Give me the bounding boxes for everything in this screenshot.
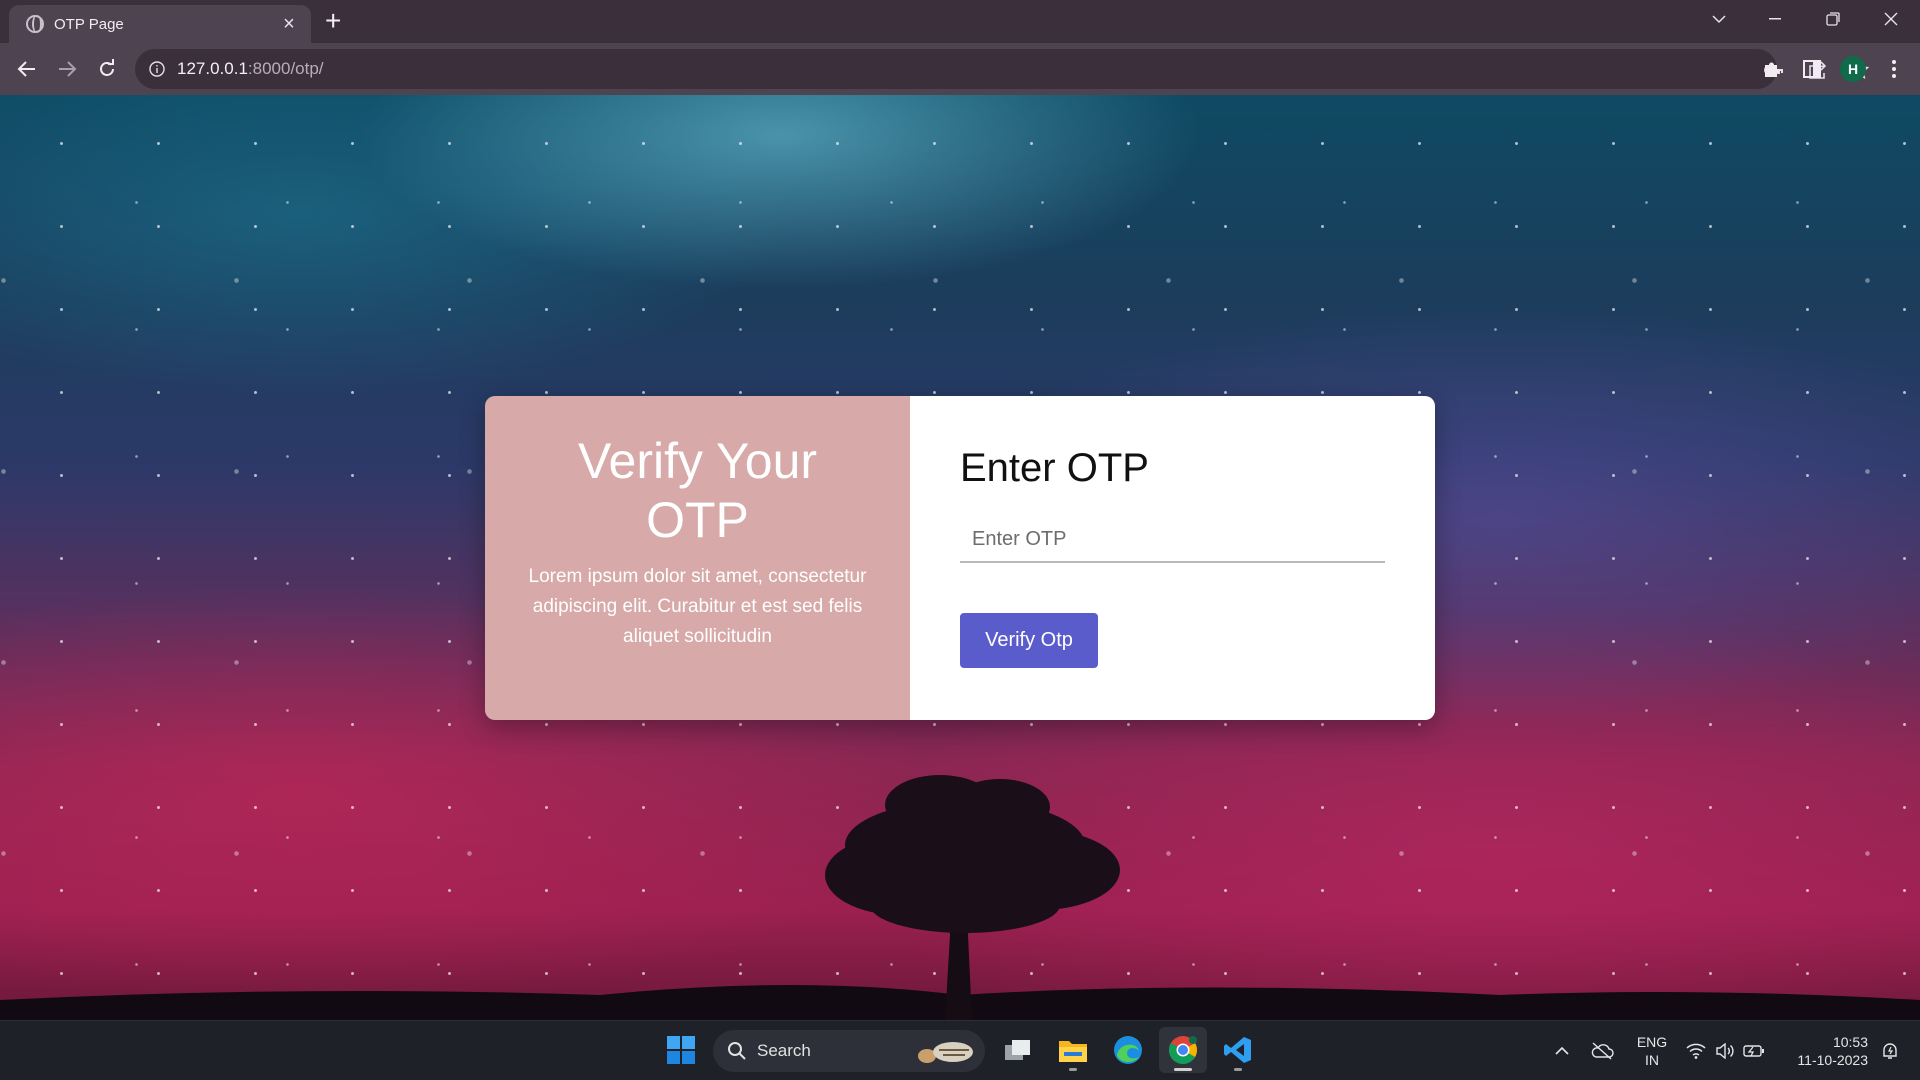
window-close-icon[interactable] <box>1868 0 1914 38</box>
windows-start-icon[interactable] <box>657 1027 705 1073</box>
side-panel-icon[interactable] <box>1800 57 1824 81</box>
taskbar-search-box[interactable]: Search <box>713 1030 985 1072</box>
wifi-icon[interactable] <box>1684 1039 1708 1063</box>
search-highlight-illustration-icon <box>918 1042 973 1063</box>
onedrive-offline-icon[interactable] <box>1590 1039 1614 1063</box>
back-arrow-icon[interactable] <box>11 53 43 85</box>
otp-card: Verify Your OTP Lorem ipsum dolor sit am… <box>485 396 1435 720</box>
restore-icon[interactable] <box>1810 0 1856 38</box>
search-label: Search <box>757 1041 811 1060</box>
minimize-icon[interactable] <box>1752 0 1798 38</box>
browser-toolbar: 127.0.0.1:8000/otp/ H <box>0 43 1920 95</box>
search-icon <box>728 1042 746 1060</box>
tab-title: OTP Page <box>54 15 124 33</box>
chrome-browser-icon[interactable] <box>1159 1027 1207 1073</box>
kebab-menu-icon[interactable] <box>1882 57 1906 81</box>
chevron-up-icon[interactable] <box>1550 1039 1574 1063</box>
browser-tab[interactable]: OTP Page × <box>9 5 311 43</box>
card-info-panel: Verify Your OTP Lorem ipsum dolor sit am… <box>485 396 910 720</box>
running-indicator <box>1234 1068 1242 1071</box>
tab-close-icon[interactable]: × <box>279 14 299 34</box>
edge-browser-icon[interactable] <box>1104 1027 1152 1073</box>
page-background: Verify Your OTP Lorem ipsum dolor sit am… <box>0 95 1920 1020</box>
notifications-icon[interactable] <box>1878 1039 1902 1063</box>
region-code: IN <box>1645 1052 1659 1068</box>
form-title: Enter OTP <box>960 446 1149 490</box>
globe-icon <box>26 15 44 33</box>
forward-arrow-icon[interactable] <box>51 53 83 85</box>
url-host: 127.0.0.1 <box>177 59 248 78</box>
volume-icon[interactable] <box>1713 1039 1737 1063</box>
battery-charging-icon[interactable] <box>1742 1039 1766 1063</box>
running-indicator <box>1069 1068 1077 1071</box>
card-heading: Verify Your OTP <box>577 433 818 548</box>
new-tab-button[interactable]: + <box>325 6 341 36</box>
clock-time: 10:53 <box>1832 1034 1868 1050</box>
task-view-icon[interactable] <box>994 1027 1042 1073</box>
running-indicator <box>1174 1068 1192 1071</box>
reload-icon[interactable] <box>91 53 123 85</box>
extensions-puzzle-icon[interactable] <box>1760 57 1784 81</box>
browser-tab-bar: OTP Page × + <box>0 0 1920 43</box>
file-explorer-icon[interactable] <box>1049 1027 1097 1073</box>
taskbar: Search ENG IN 10:53 11-10-2023 <box>0 1020 1920 1080</box>
otp-input[interactable] <box>960 517 1385 563</box>
url-path: :8000/otp/ <box>247 59 324 78</box>
input-language[interactable]: ENG IN <box>1632 1033 1672 1069</box>
language-code: ENG <box>1636 1034 1668 1050</box>
vscode-icon[interactable] <box>1214 1027 1262 1073</box>
card-description: Lorem ipsum dolor sit amet, consectetur … <box>528 566 867 647</box>
tab-search-chevron-icon[interactable] <box>1696 0 1742 38</box>
verify-otp-button[interactable]: Verify Otp <box>960 613 1098 668</box>
address-bar[interactable]: 127.0.0.1:8000/otp/ <box>135 49 1869 89</box>
profile-avatar[interactable]: H <box>1840 56 1866 82</box>
info-icon[interactable] <box>149 61 165 77</box>
system-clock[interactable]: 10:53 11-10-2023 <box>1783 1033 1868 1069</box>
clock-date: 11-10-2023 <box>1797 1052 1868 1068</box>
otp-form: Enter OTP Verify Otp <box>910 396 1435 720</box>
